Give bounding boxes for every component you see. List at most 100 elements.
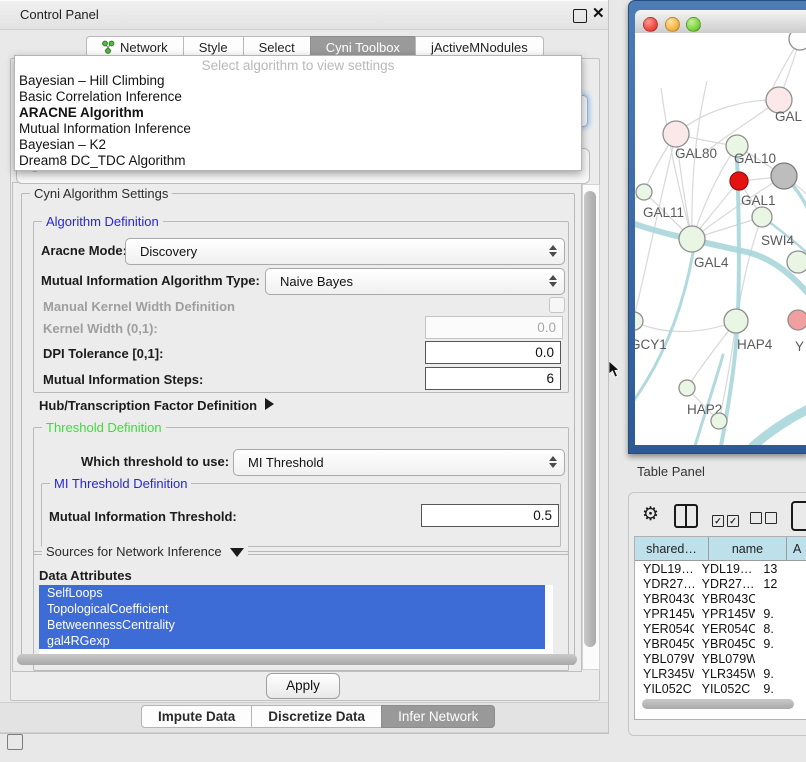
hub-definition-toggle[interactable]: Hub/Transcription Factor Definition bbox=[39, 398, 274, 413]
mi-type-combo[interactable]: Naive Bayes bbox=[265, 268, 565, 295]
manual-kernel-checkbox[interactable] bbox=[549, 297, 565, 313]
table-row[interactable]: YIL052CYIL052C9. bbox=[635, 682, 806, 697]
network-node-gal4[interactable] bbox=[679, 226, 705, 252]
network-node[interactable] bbox=[789, 33, 806, 50]
algorithm-option-aracne-algorithm[interactable]: ARACNE Algorithm bbox=[15, 105, 581, 121]
mi-steps-field[interactable]: 6 bbox=[425, 367, 561, 390]
network-node-y[interactable] bbox=[788, 310, 806, 330]
table-row[interactable]: YER054CYER054C8. bbox=[635, 622, 806, 637]
vertical-scrollbar-track[interactable] bbox=[582, 184, 600, 670]
columns-icon[interactable] bbox=[674, 504, 698, 528]
table-cell: YER054C bbox=[635, 622, 694, 637]
tab-label: Select bbox=[259, 40, 295, 55]
table-row[interactable]: YBR045CYBR045C9. bbox=[635, 637, 806, 652]
which-threshold-combo[interactable]: MI Threshold bbox=[233, 449, 565, 476]
algorithm-option-bayesian-hill-climbing[interactable]: Bayesian – Hill Climbing bbox=[15, 73, 581, 89]
float-window-icon[interactable] bbox=[573, 9, 587, 23]
table-horizontal-scrollbar[interactable] bbox=[642, 699, 794, 709]
network-node-swi4[interactable] bbox=[752, 207, 772, 227]
minimize-traffic-light-icon[interactable] bbox=[665, 17, 680, 32]
apply-button[interactable]: Apply bbox=[266, 673, 340, 699]
zoom-traffic-light-icon[interactable] bbox=[686, 17, 701, 32]
bottom-tabs: Impute DataDiscretize DataInfer Network bbox=[141, 705, 495, 728]
network-node[interactable] bbox=[787, 251, 806, 273]
export-table-icon[interactable] bbox=[791, 501, 806, 531]
tab-impute-data[interactable]: Impute Data bbox=[141, 705, 251, 728]
table-row[interactable]: YBR043CYBR043C bbox=[635, 592, 806, 607]
attribute-item-gal4rgexp[interactable]: gal4RGexp bbox=[39, 633, 545, 649]
table-cell: 9. bbox=[755, 682, 806, 697]
table-row[interactable]: YBL079WYBL079W bbox=[635, 652, 806, 667]
attribute-item-topologicalcoefficient[interactable]: TopologicalCoefficient bbox=[39, 601, 545, 617]
table-row[interactable]: YLR345WYLR345W9. bbox=[635, 667, 806, 682]
network-edge bbox=[676, 100, 779, 134]
attribute-item-betweennesscentrality[interactable]: BetweennessCentrality bbox=[39, 617, 545, 633]
table-cell: YDR27… bbox=[635, 577, 694, 592]
deselect-all-checkboxes-icon[interactable] bbox=[750, 511, 780, 525]
gear-icon[interactable]: ⚙ bbox=[642, 503, 659, 526]
attribute-item-selfloops[interactable]: SelfLoops bbox=[39, 585, 545, 601]
table-cell: YER054C bbox=[694, 622, 756, 637]
table-panel-title: Table Panel bbox=[637, 464, 705, 479]
network-node[interactable] bbox=[711, 413, 727, 429]
docked-panel-icon[interactable] bbox=[7, 734, 23, 750]
network-canvas[interactable]: GALGAL80GAL10GAL1SWI4GAL11GAL4GCY1HAP4YH… bbox=[635, 33, 806, 445]
network-node-hap2[interactable] bbox=[679, 380, 695, 396]
table-cell: YPR145W bbox=[694, 607, 756, 622]
close-traffic-light-icon[interactable] bbox=[643, 17, 658, 32]
close-icon[interactable]: ✕ bbox=[592, 4, 605, 22]
node-label: GAL10 bbox=[734, 151, 776, 166]
network-node-gal1[interactable] bbox=[730, 172, 748, 190]
algorithm-option-basic-correlation-inference[interactable]: Basic Correlation Inference bbox=[15, 89, 581, 105]
mouse-cursor bbox=[609, 361, 621, 379]
network-window-titlebar[interactable] bbox=[635, 10, 806, 34]
algorithm-dropdown-popup: Select algorithm to view settings Bayesi… bbox=[14, 55, 582, 171]
stepper-icon bbox=[548, 274, 557, 288]
algorithm-option-mutual-information-inference[interactable]: Mutual Information Inference bbox=[15, 121, 581, 137]
dpi-tolerance-field[interactable]: 0.0 bbox=[425, 341, 561, 364]
column-header-shared-[interactable]: shared… bbox=[635, 537, 709, 561]
horizontal-scrollbar[interactable] bbox=[17, 654, 577, 665]
kernel-width-field[interactable]: 0.0 bbox=[425, 316, 563, 339]
node-label: GCY1 bbox=[635, 337, 667, 352]
table-row[interactable]: YDR27…YDR27…12 bbox=[635, 577, 806, 592]
network-node-hap4[interactable] bbox=[724, 309, 748, 333]
algorithm-option-dream8-dc-tdc-algorithm[interactable]: Dream8 DC_TDC Algorithm bbox=[15, 153, 581, 169]
network-edge-highlight bbox=[695, 355, 723, 445]
table-cell: 9. bbox=[755, 667, 806, 682]
aracne-mode-combo[interactable]: Discovery bbox=[125, 238, 565, 265]
tab-discretize-data[interactable]: Discretize Data bbox=[251, 705, 381, 728]
table-header: shared…nameA bbox=[635, 537, 806, 561]
data-attributes-list[interactable]: SelfLoopsTopologicalCoefficientBetweenne… bbox=[39, 585, 553, 655]
table-row[interactable]: YDL19…YDL19…13 bbox=[635, 562, 806, 577]
table-cell: YPR145W bbox=[635, 607, 694, 622]
select-all-checkboxes-icon[interactable]: ✓✓ bbox=[712, 511, 742, 525]
manual-kernel-label: Manual Kernel Width Definition bbox=[43, 299, 235, 314]
table-cell: YBR045C bbox=[694, 637, 756, 652]
table-cell: YIL052C bbox=[635, 682, 694, 697]
tab-label: Cyni Toolbox bbox=[326, 40, 400, 55]
table-cell: YBR043C bbox=[694, 592, 756, 607]
network-node-gal11[interactable] bbox=[636, 184, 652, 200]
table-cell: YDL19… bbox=[635, 562, 694, 577]
column-header-name[interactable]: name bbox=[709, 537, 787, 561]
mi-threshold-field[interactable]: 0.5 bbox=[421, 504, 559, 527]
tab-infer-network[interactable]: Infer Network bbox=[381, 705, 495, 728]
column-header-a[interactable]: A bbox=[787, 537, 806, 561]
which-threshold-label: Which threshold to use: bbox=[81, 454, 229, 469]
aracne-mode-label: Aracne Mode: bbox=[41, 243, 127, 258]
network-node-gcy1[interactable] bbox=[635, 312, 643, 330]
node-label: GAL1 bbox=[741, 193, 776, 208]
control-panel-title: Control Panel bbox=[20, 7, 99, 22]
network-node-gal80[interactable] bbox=[663, 121, 689, 147]
table-row[interactable]: YPR145WYPR145W9. bbox=[635, 607, 806, 622]
table-cell: 13 bbox=[755, 562, 806, 577]
screen: Control Panel ✕ NetworkStyleSelectCyni T… bbox=[0, 0, 806, 762]
node-table: shared…nameA YDL19…YDL19…13YDR27…YDR27…1… bbox=[634, 536, 806, 720]
network-node[interactable] bbox=[771, 163, 797, 189]
dpi-tolerance-label: DPI Tolerance [0,1]: bbox=[43, 346, 163, 361]
algorithm-option-bayesian-k2[interactable]: Bayesian – K2 bbox=[15, 137, 581, 153]
vertical-scrollbar-thumb[interactable] bbox=[584, 191, 596, 647]
tab-label: Network bbox=[120, 40, 168, 55]
sources-toggle[interactable]: Sources for Network Inference bbox=[42, 544, 248, 559]
